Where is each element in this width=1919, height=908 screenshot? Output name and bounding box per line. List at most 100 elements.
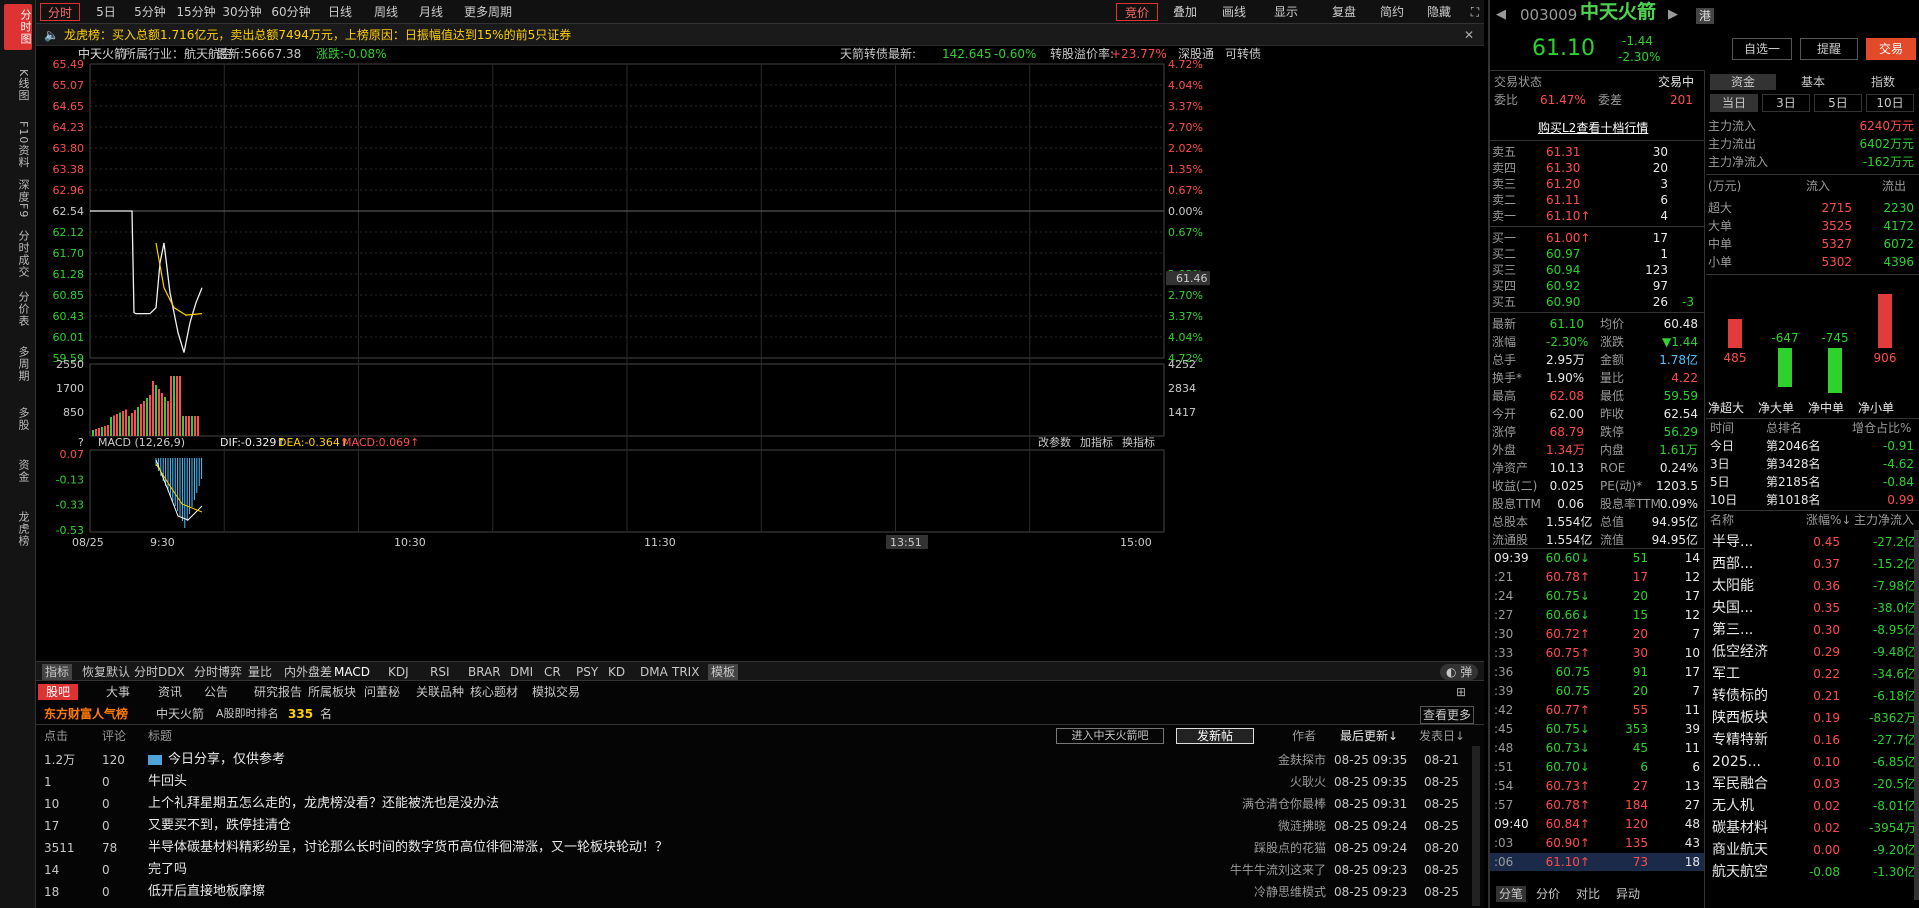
period-tab-5[interactable]: 60分钟 [268,3,314,21]
post-author[interactable]: 满仓清仓你最棒 [1186,796,1326,812]
tick-tab-0[interactable]: 分笔 [1496,886,1527,902]
fullscreen-icon[interactable]: ⛶ [1468,3,1482,21]
fund-subtab-1[interactable]: 3日 [1762,94,1810,112]
popup-toggle[interactable]: ◐ 弹 [1440,664,1479,680]
left-nav-item-0[interactable]: 分时图 [4,4,32,50]
toolbar-right-6[interactable]: 隐藏 [1414,3,1464,21]
view-more-button[interactable]: 查看更多 [1420,706,1475,724]
sector-name[interactable]: 第三... [1712,622,1753,638]
next-stock-icon[interactable]: ▶ [1668,7,1678,23]
posted-col[interactable]: 发表日↓ [1419,728,1465,744]
indicator-tab-12[interactable]: PSY [576,664,598,680]
watchlist-button[interactable]: 自选一 [1732,38,1792,60]
left-nav-item-8[interactable]: 资金 [6,448,30,494]
left-nav-item-3[interactable]: 深度F9 [6,176,30,222]
fund-tab-0[interactable]: 资金 [1710,74,1776,90]
post-author[interactable]: 踩股点的花猫 [1186,840,1326,856]
forum-tab-9[interactable]: 模拟交易 [524,684,588,700]
sector-name[interactable]: 航天航空 [1712,864,1768,880]
sector-name[interactable]: 军民融合 [1712,776,1768,792]
forum-tab-0[interactable]: 股吧 [38,684,79,700]
period-tab-8[interactable]: 月线 [412,3,450,21]
chart-canvas[interactable]: 65.49 65.07 64.65 64.23 63.80 63.38 62.96 62.54… [36,58,1484,661]
indicator-tab-14[interactable]: DMA [640,664,668,680]
post-title[interactable]: 今日分享，仅供参考 [168,752,285,768]
left-nav-item-1[interactable]: K线图 [6,56,30,114]
l2-link[interactable]: 购买L2查看十档行情 [1538,120,1648,136]
period-tab-1[interactable]: 5日 [88,3,124,21]
sector-name[interactable]: 军工 [1712,666,1740,682]
post-author[interactable]: 火耿火 [1186,774,1326,790]
indicator-tab-7[interactable]: KDJ [388,664,409,680]
intraday-chart[interactable]: 中天火箭 所属行业：航天航空 最新:56667.38 涨跌:-0.08% 天箭转… [36,46,1484,661]
macd-btn-2[interactable]: 换指标 [1122,435,1155,449]
toolbar-right-5[interactable]: 简约 [1372,3,1412,21]
sector-name[interactable]: 商业航天 [1712,842,1768,858]
post-title[interactable]: 半导体碳基材料精彩纷呈，讨论那么长时间的数字货币高位徘徊滞涨，又一轮板块轮动！？ [148,840,668,856]
forum-tab-6[interactable]: 问董秘 [356,684,408,700]
add-icon[interactable]: ⊞ [1456,684,1466,700]
tick-tab-1[interactable]: 分价 [1536,886,1560,902]
sector-name[interactable]: 专精特新 [1712,732,1768,748]
sector-name[interactable]: 陕西板块 [1712,710,1768,726]
toolbar-right-1[interactable]: 叠加 [1164,3,1206,21]
forum-tab-2[interactable]: 资讯 [150,684,190,700]
fund-tab-2[interactable]: 指数 [1850,74,1916,90]
period-tab-9[interactable]: 更多周期 [456,3,520,21]
sector-name[interactable]: 无人机 [1712,798,1754,814]
toolbar-right-2[interactable]: 画线 [1216,3,1252,21]
macd-btn-0[interactable]: 改参数 [1038,435,1071,449]
indicator-tab-11[interactable]: CR [544,664,561,680]
trade-button[interactable]: 交易 [1866,38,1916,60]
post-title[interactable]: 完了吗 [148,862,187,878]
post-title[interactable]: 又要买不到，跌停挂清仓 [148,818,291,834]
left-nav-item-7[interactable]: 多股 [6,396,30,442]
updated-col[interactable]: 最后更新↓ [1340,728,1398,744]
hk-badge[interactable]: 港 [1696,8,1715,24]
fund-subtab-3[interactable]: 10日 [1866,94,1914,112]
post-title[interactable]: 上个礼拜星期五怎么走的，龙虎榜没看？还能被洗也是没办法 [148,796,499,812]
post-author[interactable]: 冷静思维模式 [1186,884,1326,900]
fund-tab-1[interactable]: 基本 [1780,74,1846,90]
forum-tab-1[interactable]: 大事 [98,684,138,700]
enter-forum-button[interactable]: 进入中天火箭吧 [1056,728,1164,744]
sector-name[interactable]: 央国... [1712,600,1753,616]
sector-name[interactable]: 太阳能 [1712,578,1754,594]
toolbar-right-4[interactable]: 复盘 [1324,3,1364,21]
indicator-tab-16[interactable]: 模板 [708,664,739,680]
tick-tab-2[interactable]: 对比 [1576,886,1600,902]
period-tab-3[interactable]: 15分钟 [176,3,216,21]
indicator-tab-1[interactable]: 恢复默认 [82,664,130,680]
sector-name[interactable]: 低空经济 [1712,644,1768,660]
sector-name[interactable]: 西部... [1712,556,1753,572]
post-author[interactable]: 牛牛牛流刘这来了 [1186,862,1326,878]
period-tab-0[interactable]: 分时 [40,3,80,21]
indicator-tab-5[interactable]: 内外盘差 [284,664,332,680]
alert-button[interactable]: 提醒 [1800,38,1858,60]
post-title[interactable]: 低开后直接地板摩擦 [148,884,265,900]
forum-tab-5[interactable]: 所属板块 [300,684,364,700]
forum-tab-3[interactable]: 公告 [196,684,236,700]
new-post-button[interactable]: 发新帖 [1176,728,1254,744]
post-author[interactable]: 金麸探市 [1186,752,1326,768]
left-nav-item-6[interactable]: 多周期 [6,338,30,390]
indicator-tab-9[interactable]: BRAR [468,664,501,680]
sector-scrollbar[interactable] [1914,530,1919,900]
indicator-tab-0[interactable]: 指标 [42,664,73,680]
sector-name[interactable]: 2025... [1712,754,1761,770]
tick-tab-3[interactable]: 异动 [1616,886,1640,902]
forum-tab-8[interactable]: 核心题材 [462,684,526,700]
indicator-tab-13[interactable]: KD [608,664,625,680]
macd-btn-1[interactable]: 加指标 [1080,435,1113,449]
fund-subtab-2[interactable]: 5日 [1814,94,1862,112]
indicator-tab-15[interactable]: TRIX [672,664,699,680]
close-icon[interactable]: ✕ [1464,24,1474,46]
indicator-tab-8[interactable]: RSI [430,664,450,680]
period-tab-4[interactable]: 30分钟 [222,3,262,21]
toolbar-right-3[interactable]: 显示 [1258,3,1314,21]
left-nav-item-4[interactable]: 分时成交 [6,228,30,280]
post-author[interactable]: 微涟拂晓 [1186,818,1326,834]
indicator-tab-10[interactable]: DMI [510,664,533,680]
fund-subtab-0[interactable]: 当日 [1710,94,1758,112]
indicator-tab-6[interactable]: MACD [334,664,370,680]
